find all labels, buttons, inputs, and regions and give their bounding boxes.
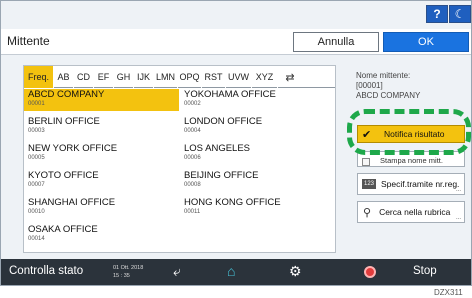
more-dots-icon: ... — [455, 215, 461, 221]
stop-button[interactable]: Stop — [413, 265, 437, 277]
home-icon[interactable]: ⌂ — [227, 263, 235, 279]
address-entry[interactable]: BERLIN OFFICE 00003 — [24, 116, 179, 138]
print-sender-name-label: Stampa nome mitt. — [380, 156, 443, 165]
tab-lmn[interactable]: LMN — [154, 66, 178, 88]
entry-number: 00004 — [184, 128, 201, 134]
tab-cd[interactable]: CD — [74, 66, 94, 88]
address-entry[interactable]: SHANGHAI OFFICE 00010 — [24, 197, 179, 219]
sender-options: Nome mittente: [00001] ABCD COMPANY ✔ No… — [351, 59, 471, 259]
entry-number: 00006 — [184, 155, 201, 161]
tab-rst[interactable]: RST — [202, 66, 226, 88]
tab-freq[interactable]: Freq. — [24, 66, 54, 88]
tab-xyz[interactable]: XYZ — [252, 66, 278, 88]
entry-name: OSAKA OFFICE — [28, 224, 98, 235]
help-label: ? — [433, 7, 441, 21]
figure-caption: DZX311 — [434, 288, 463, 297]
number-icon: 123 — [362, 179, 376, 189]
search-address-book-button[interactable]: ⚲ Cerca nella rubrica ... — [357, 201, 465, 223]
tab-ab[interactable]: AB — [54, 66, 74, 88]
entry-name: BERLIN OFFICE — [28, 116, 100, 127]
header-bar: Mittente Annulla OK — [1, 29, 471, 55]
sender-name: ABCD COMPANY — [356, 91, 421, 100]
address-entry[interactable]: OSAKA OFFICE 00014 — [24, 224, 179, 246]
entry-name: SHANGHAI OFFICE — [28, 197, 116, 208]
stop-icon[interactable] — [364, 266, 376, 278]
entry-number: 00010 — [28, 209, 45, 215]
address-entry[interactable]: YOKOHAMA OFFICE 00002 — [180, 89, 335, 111]
sender-number: [00001] — [356, 81, 383, 90]
index-tabs: Freq. AB CD EF GH IJK LMN OPQ RST UVW XYZ ⇄ — [24, 66, 335, 88]
gear-icon[interactable]: ⚙ — [289, 263, 302, 280]
status-bar: Controlla stato 01 Ott. 2018 15 : 35 ⤶ ⌂… — [1, 259, 471, 285]
address-entry[interactable]: HONG KONG OFFICE 00011 — [180, 197, 335, 219]
entry-name: YOKOHAMA OFFICE — [184, 89, 276, 100]
sender-label: Nome mittente: — [356, 71, 411, 80]
date-label: 01 Ott. 2018 — [113, 265, 144, 271]
tab-opq[interactable]: OPQ — [178, 66, 202, 88]
time-label: 15 : 35 — [113, 273, 130, 279]
highlight-outline — [347, 109, 471, 155]
entry-number: 00014 — [28, 236, 45, 242]
help-button[interactable]: ? — [426, 5, 448, 23]
ok-button[interactable]: OK — [383, 32, 469, 52]
address-entry[interactable]: KYOTO OFFICE 00007 — [24, 170, 179, 192]
address-book-panel: Freq. AB CD EF GH IJK LMN OPQ RST UVW XYZ ⇄ ABCD CO… — [23, 65, 336, 253]
tab-ef[interactable]: EF — [94, 66, 114, 88]
entry-number: 00005 — [28, 155, 45, 161]
sender-info: Nome mittente: [00001] ABCD COMPANY — [356, 71, 420, 101]
checkbox-icon — [362, 158, 370, 166]
entry-name: HONG KONG OFFICE — [184, 197, 281, 208]
refresh-icon[interactable]: ⇄ — [278, 66, 302, 88]
specify-reg-number-label: Specif.tramite nr.reg. — [381, 179, 460, 189]
device-screen: ? ☾ Mittente Annulla OK Freq. AB CD EF GH IJK… — [0, 0, 472, 286]
search-address-book-label: Cerca nella rubrica — [379, 207, 451, 217]
specify-reg-number-button[interactable]: 123 Specif.tramite nr.reg. ... — [357, 173, 465, 195]
page-title: Mittente — [7, 34, 50, 48]
entry-name: LONDON OFFICE — [184, 116, 263, 127]
entry-number: 00007 — [28, 182, 45, 188]
entry-name: BEIJING OFFICE — [184, 170, 259, 181]
check-status-button[interactable]: Controlla stato — [9, 265, 83, 277]
address-entry[interactable]: LONDON OFFICE 00004 — [180, 116, 335, 138]
top-strip: ? ☾ — [1, 1, 471, 29]
tab-ijk[interactable]: IJK — [134, 66, 154, 88]
back-icon[interactable]: ⤶ — [173, 263, 181, 280]
address-entry[interactable]: BEIJING OFFICE 00008 — [180, 170, 335, 192]
entry-number: 00011 — [184, 209, 201, 215]
entry-number: 00002 — [184, 101, 201, 107]
entry-name: NEW YORK OFFICE — [28, 143, 118, 154]
address-entry[interactable]: NEW YORK OFFICE 00005 — [24, 143, 179, 165]
entry-name: KYOTO OFFICE — [28, 170, 99, 181]
entry-number: 00001 — [28, 101, 45, 107]
entry-name: ABCD COMPANY — [28, 89, 105, 100]
entry-number: 00003 — [28, 128, 45, 134]
tab-uvw[interactable]: UVW — [226, 66, 252, 88]
address-entry[interactable]: LOS ANGELES 00006 — [180, 143, 335, 165]
entry-number: 00008 — [184, 182, 201, 188]
tab-gh[interactable]: GH — [114, 66, 134, 88]
datetime: 01 Ott. 2018 15 : 35 — [113, 264, 143, 280]
moon-icon[interactable]: ☾ — [449, 5, 471, 23]
more-dots-icon: ... — [455, 187, 461, 193]
cancel-button[interactable]: Annulla — [293, 32, 379, 52]
search-icon: ⚲ — [363, 206, 372, 219]
address-entry[interactable]: ABCD COMPANY 00001 — [24, 89, 179, 111]
entry-name: LOS ANGELES — [184, 143, 251, 154]
